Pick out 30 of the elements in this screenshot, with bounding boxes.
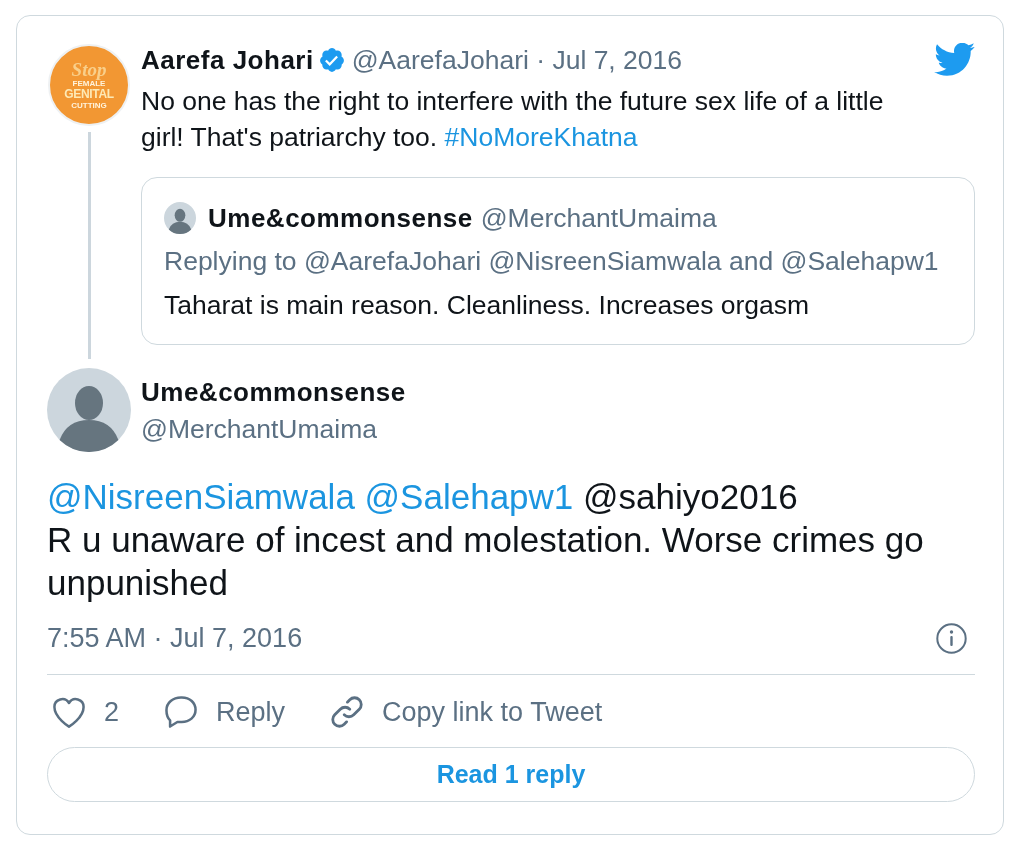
logo-text: CUTTING	[71, 100, 107, 110]
timestamp[interactable]: 7:55 AM · Jul 7, 2016	[47, 622, 303, 654]
logo-text: GENITAL	[64, 87, 114, 101]
copy-link-button[interactable]: Copy link to Tweet	[331, 696, 603, 728]
avatar-silhouette-icon	[47, 368, 131, 452]
replying-to-text: Replying to @AarefaJohari @NisreenSiamwala and @Salehapw1	[164, 245, 940, 278]
read-replies-button[interactable]: Read 1 reply	[47, 747, 975, 802]
logo-text: Stop	[71, 60, 107, 79]
info-icon[interactable]	[936, 622, 967, 654]
author-handle: @MerchantUmaima	[480, 202, 717, 234]
bird-logo-icon[interactable]	[933, 43, 975, 77]
author-name: Ume&commonsense	[208, 202, 473, 234]
heart-icon	[53, 696, 85, 728]
hashtag-link[interactable]: #NoMoreKhatna	[444, 122, 638, 152]
mention-link[interactable]: @NisreenSiamwala	[47, 477, 355, 516]
avatar-silhouette-icon	[164, 202, 196, 234]
author-name: Aarefa Johari	[141, 44, 314, 76]
author-name: Ume&commonsense	[141, 375, 406, 408]
author-handle-and-date: @AarefaJohari · Jul 7, 2016	[351, 44, 683, 76]
author-handle: @MerchantUmaima	[141, 412, 378, 445]
tweet-text: No one has the right to interfere with the future sex life of a little girl! That's patriarchy too. #NoMoreKhatna	[141, 85, 885, 154]
mention-link[interactable]: @Salehapw1	[364, 477, 574, 516]
like-button[interactable]: 2	[53, 696, 120, 728]
mention-text: @sahiyo2016	[583, 477, 798, 516]
tweet-text: R u unaware of incest and molestation. Worse crimes go unpunished	[47, 519, 925, 604]
tweet-text: Taharat is main reason. Cleanliness. Increases orgasm	[164, 289, 811, 322]
quoted-tweet-card[interactable]: Ume&commonsense @MerchantUmaima Replying to @AarefaJohari @NisreenSiamwala and @Salehapw1 Taharat is main reason. Cleanliness. Increases orgasm	[141, 177, 975, 345]
speech-bubble-icon	[165, 696, 198, 728]
reply-button[interactable]: Reply	[165, 696, 286, 728]
link-icon	[331, 696, 364, 728]
